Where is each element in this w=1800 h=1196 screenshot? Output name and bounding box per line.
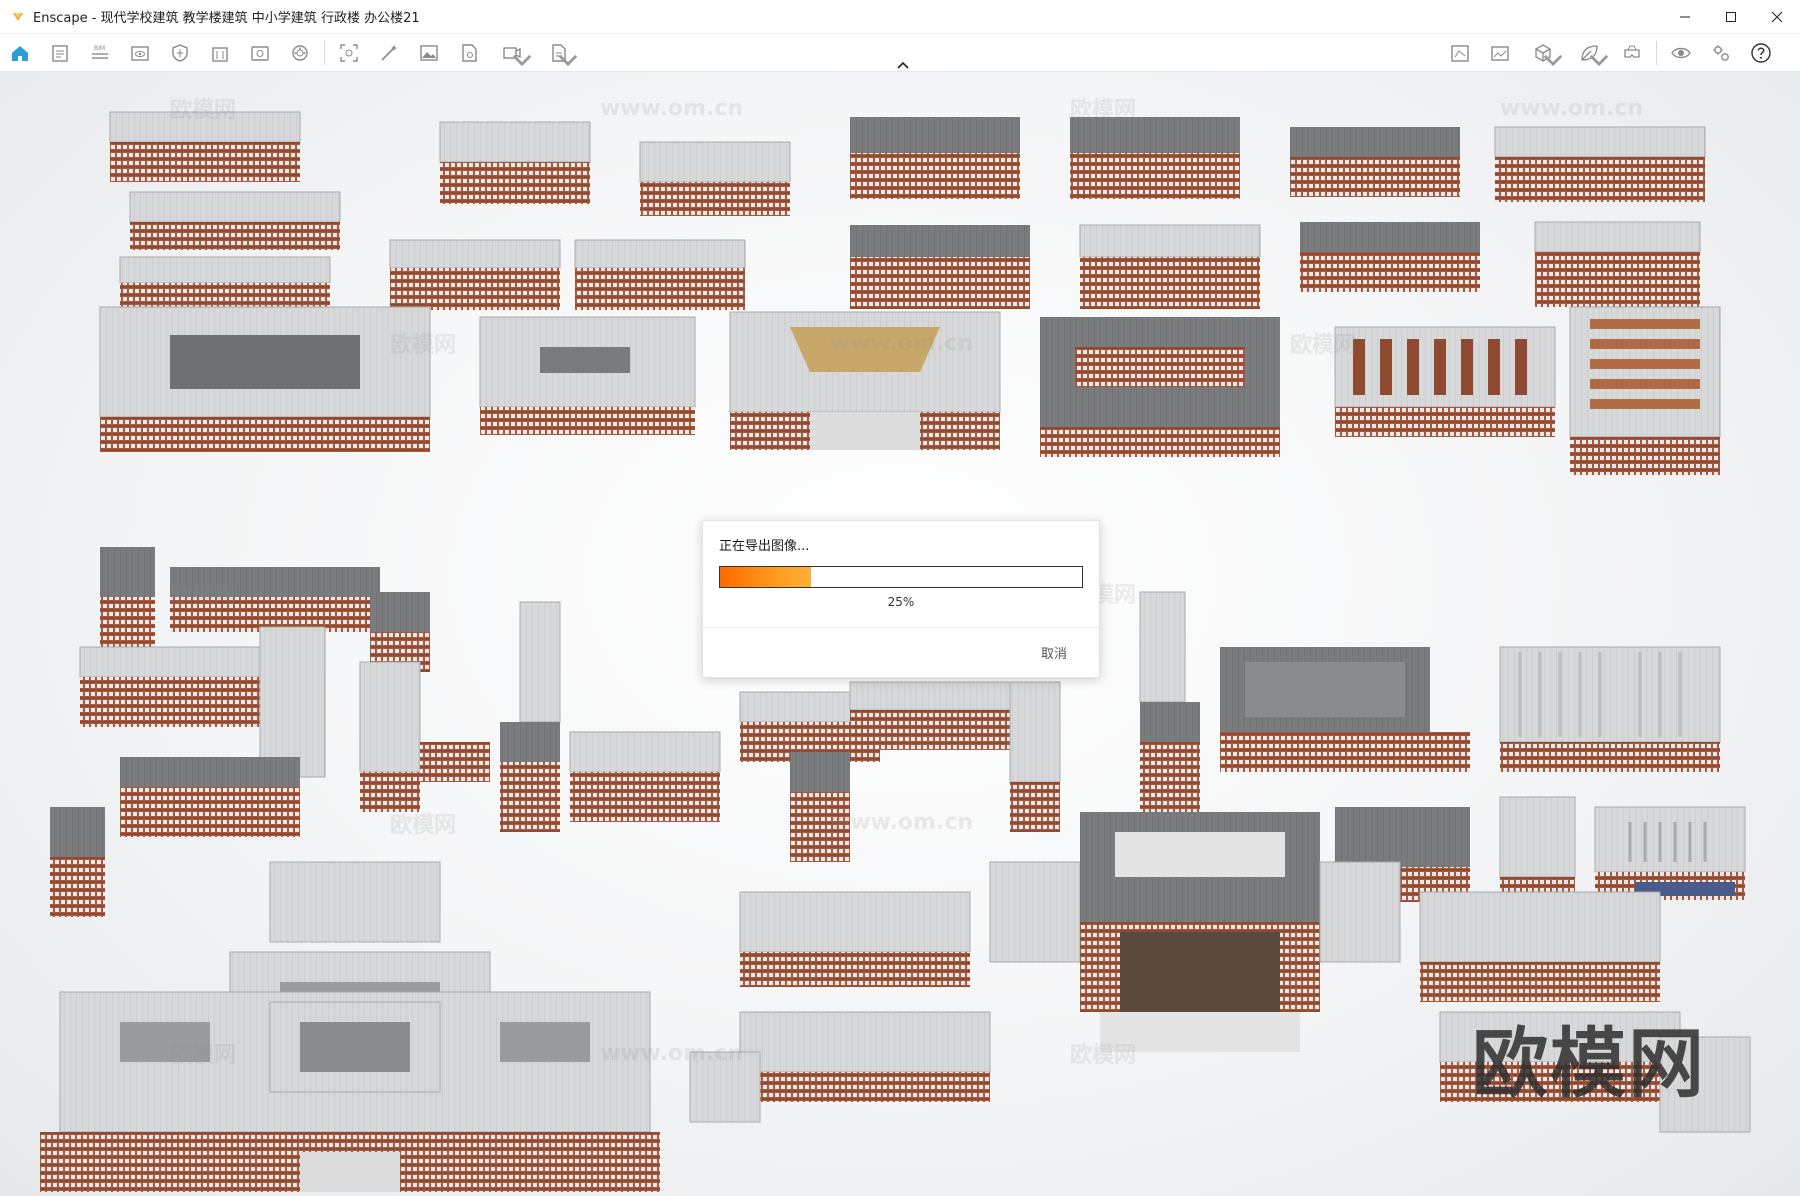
export-icon (251, 46, 269, 61)
gear-icon (1713, 45, 1729, 61)
toolbar-right-group (1440, 34, 1781, 72)
svg-text:欧模网: 欧模网 (1070, 1042, 1136, 1068)
image-library-icon (1491, 46, 1509, 61)
eye-icon (1671, 47, 1691, 59)
image-export-button[interactable] (409, 34, 449, 72)
views-button[interactable] (40, 34, 80, 72)
svg-text:欧模网: 欧模网 (390, 332, 456, 358)
vr-icon (1624, 45, 1640, 58)
map-icon (1451, 45, 1469, 62)
document-icon (52, 45, 68, 62)
close-button[interactable] (1754, 0, 1800, 34)
map-button[interactable] (1440, 34, 1480, 72)
help-icon (1751, 43, 1771, 63)
svg-text:欧模网: 欧模网 (1070, 97, 1136, 123)
svg-text:欧模网: 欧模网 (170, 1042, 236, 1068)
chevron-down-icon (1543, 54, 1563, 67)
render-button[interactable] (369, 34, 409, 72)
close-icon (1771, 11, 1783, 23)
image-library-button[interactable] (1480, 34, 1520, 72)
building-icon (212, 47, 228, 62)
preview-button[interactable] (1661, 34, 1701, 72)
toolbar-left-group: BIM (0, 34, 581, 72)
chevron-down-icon (558, 54, 578, 67)
capture-icon (340, 44, 358, 62)
settings-button[interactable] (1701, 34, 1741, 72)
toolbar-separator (324, 41, 325, 65)
batch-render-button[interactable] (535, 34, 581, 72)
chevron-down-icon (512, 54, 532, 67)
svg-text:欧模网: 欧模网 (390, 812, 456, 838)
safe-frame-button[interactable] (160, 34, 200, 72)
settings-wheel-icon (292, 45, 308, 61)
bim-button[interactable]: BIM (80, 34, 120, 72)
view-mode-button[interactable] (120, 34, 160, 72)
svg-text:BIM: BIM (94, 45, 105, 52)
sketch-button[interactable] (200, 34, 240, 72)
asset-library-button[interactable] (1520, 34, 1566, 72)
minimize-icon (1680, 16, 1690, 18)
cancel-button[interactable]: 取消 (1037, 641, 1071, 664)
window-title: Enscape - 现代学校建筑 教学楼建筑 中小学建筑 行政楼 办公楼21 (33, 11, 420, 26)
minimize-button[interactable] (1662, 0, 1708, 34)
bim-icon: BIM (92, 45, 108, 59)
image-icon (420, 45, 438, 61)
svg-text:www.om.cn: www.om.cn (600, 1041, 743, 1066)
chevron-down-icon (1589, 54, 1609, 67)
magic-wand-icon (381, 45, 397, 61)
dialog-title: 正在导出图像... (719, 539, 810, 554)
export-progress-dialog: 正在导出图像... 25% 取消 (702, 520, 1100, 678)
progress-fill (720, 567, 811, 587)
maximize-button[interactable] (1708, 0, 1754, 34)
view-eye-icon (131, 46, 149, 61)
building-row-1 (109, 111, 1706, 329)
file-settings-icon (462, 44, 477, 62)
home-icon (12, 46, 28, 61)
window-controls (1662, 0, 1800, 34)
svg-text:欧模网: 欧模网 (170, 97, 236, 123)
toolbar-separator (1656, 41, 1657, 65)
export-button[interactable] (240, 34, 280, 72)
enscape-logo-icon (11, 10, 25, 24)
visual-settings-button[interactable] (280, 34, 320, 72)
svg-text:www.om.cn: www.om.cn (600, 96, 743, 121)
svg-text:欧模网: 欧模网 (1290, 332, 1356, 358)
materials-button[interactable] (1566, 34, 1612, 72)
svg-text:www.om.cn: www.om.cn (830, 331, 973, 356)
watermark-logo: 欧模网 (1472, 1019, 1706, 1108)
svg-text:www.om.cn: www.om.cn (1500, 96, 1643, 121)
export-progress-bar (719, 566, 1083, 588)
dialog-divider (703, 627, 1099, 628)
progress-percent-label: 25% (887, 595, 915, 609)
title-bar: Enscape - 现代学校建筑 教学楼建筑 中小学建筑 行政楼 办公楼21 (0, 0, 1800, 34)
file-settings-button[interactable] (449, 34, 489, 72)
video-button[interactable] (489, 34, 535, 72)
help-button[interactable] (1741, 34, 1781, 72)
screenshot-button[interactable] (329, 34, 369, 72)
maximize-icon (1726, 12, 1736, 22)
chevron-up-icon[interactable] (893, 59, 913, 71)
vr-button[interactable] (1612, 34, 1652, 72)
home-button[interactable] (0, 34, 40, 72)
svg-text:欧模网: 欧模网 (170, 582, 236, 608)
shield-icon (172, 44, 188, 62)
svg-text:www.om.cn: www.om.cn (830, 810, 973, 835)
